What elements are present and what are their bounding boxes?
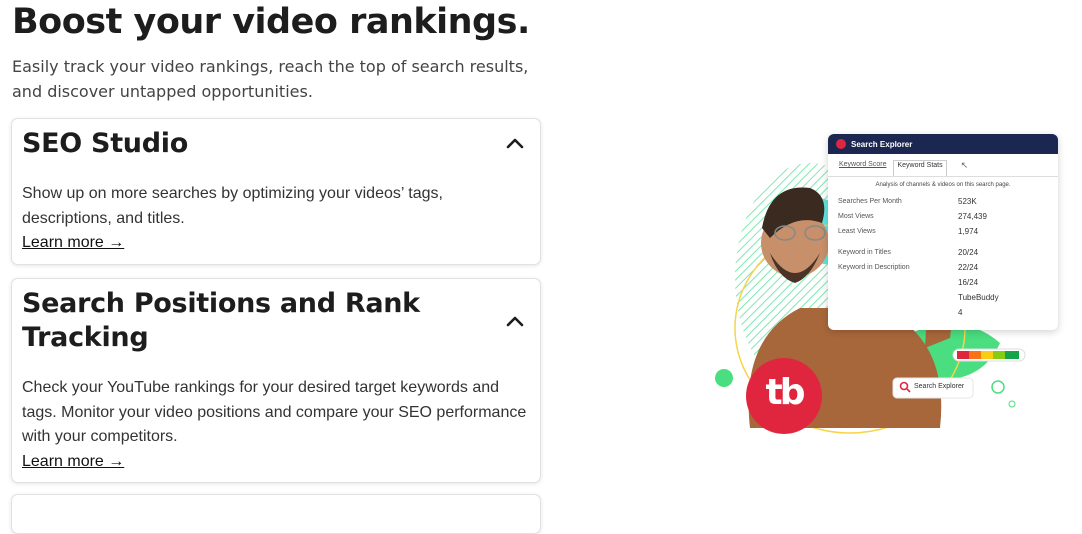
panel-title: Search Explorer <box>851 139 913 149</box>
search-explorer-panel: Search Explorer Keyword Score Keyword St… <box>828 134 1058 330</box>
stat-row: 16/24 <box>958 278 979 287</box>
hero-illustration: Search Explorer tb Search Explorer Keywo… <box>700 128 1070 458</box>
tubebuddy-icon <box>836 139 846 149</box>
stat-row: TubeBuddy <box>958 293 999 302</box>
tab-keyword-stats[interactable]: Keyword Stats <box>893 160 947 176</box>
chevron-up-icon[interactable] <box>506 137 524 149</box>
cursor-icon: ↖ <box>960 160 969 170</box>
card-description: Check your YouTube rankings for your des… <box>22 379 527 445</box>
stat-row: Keyword in Titles 20/24 <box>838 248 979 257</box>
hero-subtitle: Easily track your video rankings, reach … <box>12 57 529 101</box>
stat-row: 4 <box>958 308 963 317</box>
panel-tabs: Keyword Score Keyword Stats ↖ <box>828 154 1058 177</box>
chevron-up-icon[interactable] <box>506 315 524 327</box>
tubebuddy-logo-icon: tb <box>765 372 806 413</box>
collapsed-card[interactable] <box>11 494 541 534</box>
seo-studio-card: SEO Studio Show up on more searches by o… <box>11 118 541 265</box>
stat-row: Searches Per Month 523K <box>838 197 977 206</box>
tab-keyword-score[interactable]: Keyword Score <box>836 160 889 176</box>
learn-more-link[interactable]: Learn more → <box>22 234 124 252</box>
rank-tracking-card: Search Positions and Rank Tracking Check… <box>11 278 541 483</box>
card-title: Search Positions and Rank Tracking <box>22 288 420 353</box>
hero-title: Boost your video rankings. <box>12 2 530 42</box>
card-title: SEO Studio <box>22 128 188 159</box>
panel-header: Search Explorer <box>828 134 1058 154</box>
panel-note: Analysis of channels & videos on this se… <box>875 182 1011 188</box>
stat-row: Keyword in Description 22/24 <box>838 263 979 272</box>
search-explorer-pill[interactable]: Search Explorer <box>914 383 964 390</box>
learn-more-link[interactable]: Learn more → <box>22 453 124 471</box>
stat-row: Least Views 1,974 <box>838 227 979 236</box>
stat-row: Most Views 274,439 <box>838 212 987 221</box>
card-description: Show up on more searches by optimizing y… <box>22 185 443 227</box>
